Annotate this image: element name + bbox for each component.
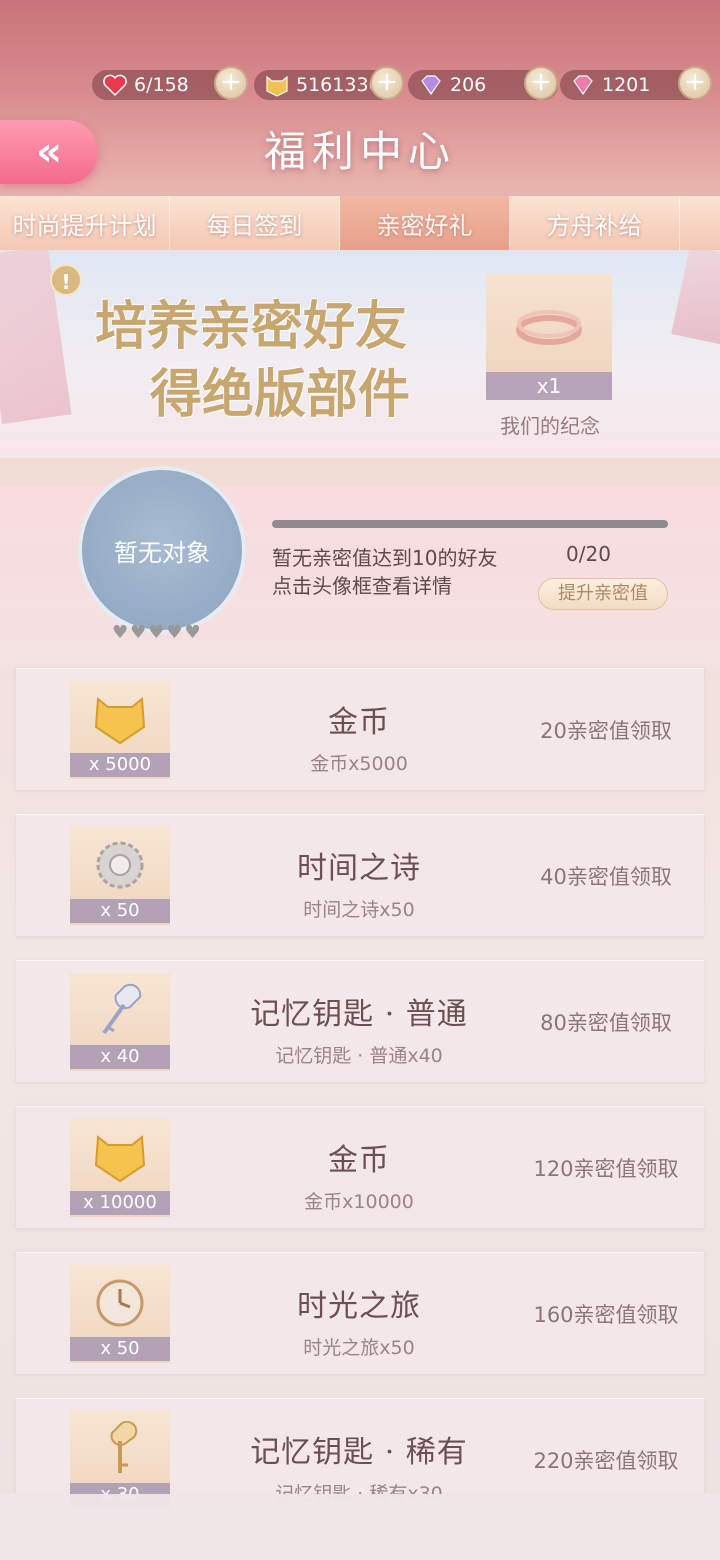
reward-requirement: 20亲密值领取 [540,719,672,743]
reward-row[interactable]: x 50 时间之诗 时间之诗x50 40亲密值领取 [16,814,704,936]
diamond-value: 206 [450,74,487,96]
add-gold-button[interactable]: + [370,66,404,100]
reward-quantity: x 50 [70,1337,170,1361]
tab-ark-supply[interactable]: 方舟补给 [510,196,680,250]
reward-name: 金币 [328,1143,390,1178]
friend-avatar-frame[interactable]: 暂无对象 [78,466,246,634]
intimacy-progress-value: 0/20 [566,542,611,566]
tab-bar: 时尚提升计划 每日签到 亲密好礼 方舟补给 [0,196,720,250]
reward-name: 时间之诗 [297,851,421,886]
gem-value: 1201 [602,74,651,96]
reward-row[interactable]: x 5000 金币 金币x5000 20亲密值领取 [16,668,704,790]
gold-coin-icon [94,697,146,745]
reward-quantity: x 10000 [70,1191,170,1215]
banner-subheadline: 得绝版部件 [150,364,411,425]
add-diamond-button[interactable]: + [524,66,558,100]
banner-decoration [671,250,720,345]
reward-detail: 记忆钥匙 · 普通x40 [275,1045,443,1067]
reward-quantity: x 50 [70,899,170,923]
key-icon [102,983,142,1035]
reward-requirement: 40亲密值领取 [540,865,672,889]
tab-fashion-plan[interactable]: 时尚提升计划 [0,196,170,250]
rare-key-icon [110,1421,138,1473]
tab-daily-signin[interactable]: 每日签到 [170,196,340,250]
stamina-value: 6/158 [134,74,189,96]
diamond-icon [418,73,444,97]
reward-name: 记忆钥匙 · 普通 [250,997,468,1032]
tab-intimacy-gifts[interactable]: 亲密好礼 [340,196,510,250]
gold-coin-icon [264,73,290,97]
heart-icon [102,73,128,97]
reward-detail: 时光之旅x50 [303,1337,415,1359]
reward-requirement: 80亲密值领取 [540,1011,672,1035]
reward-requirement: 120亲密值领取 [533,1157,679,1181]
intimacy-hearts: ♥♥♥♥♥ [112,622,203,643]
gear-icon [96,841,144,889]
pink-gem-icon [570,73,596,97]
add-stamina-button[interactable]: + [214,66,248,100]
banner-item-quantity: x1 [486,372,612,400]
friend-status-text: 暂无亲密值达到10的好友 [272,546,498,570]
ring-icon [516,310,582,345]
bottom-fade [0,1494,720,1560]
reward-row[interactable]: x 50 时光之旅 时光之旅x50 160亲密值领取 [16,1252,704,1374]
reward-quantity: x 40 [70,1045,170,1069]
reward-requirement: 220亲密值领取 [533,1449,679,1473]
reward-name: 金币 [328,705,390,740]
gold-value: 5161336 [296,74,381,96]
resource-bar: 6/158 + 5161336 + 206 + 1201 + [0,64,720,104]
reward-detail: 金币x10000 [304,1191,414,1213]
gold-coin-icon [94,1135,146,1183]
info-icon[interactable]: ! [50,264,82,296]
clock-icon [96,1279,144,1327]
boost-intimacy-button[interactable]: 提升亲密值 [538,578,668,610]
reward-quantity: x 5000 [70,753,170,777]
friend-hint-text: 点击头像框查看详情 [272,574,452,598]
reward-requirement: 160亲密值领取 [533,1303,679,1327]
reward-detail: 时间之诗x50 [303,899,415,921]
banner-headline: 培养亲密好友 [95,296,408,357]
reward-name: 时光之旅 [297,1289,421,1324]
reward-detail: 金币x5000 [310,753,408,775]
reward-name: 记忆钥匙 · 稀有 [250,1435,468,1470]
reward-row[interactable]: x 10000 金币 金币x10000 120亲密值领取 [16,1106,704,1228]
reward-row[interactable]: x 40 记忆钥匙 · 普通 记忆钥匙 · 普通x40 80亲密值领取 [16,960,704,1082]
intimacy-progress-bar [272,520,668,528]
add-gem-button[interactable]: + [678,66,712,100]
page-title: 福利中心 [263,127,456,176]
banner-item-name: 我们的纪念 [500,414,600,438]
avatar-label: 暂无对象 [114,538,210,567]
